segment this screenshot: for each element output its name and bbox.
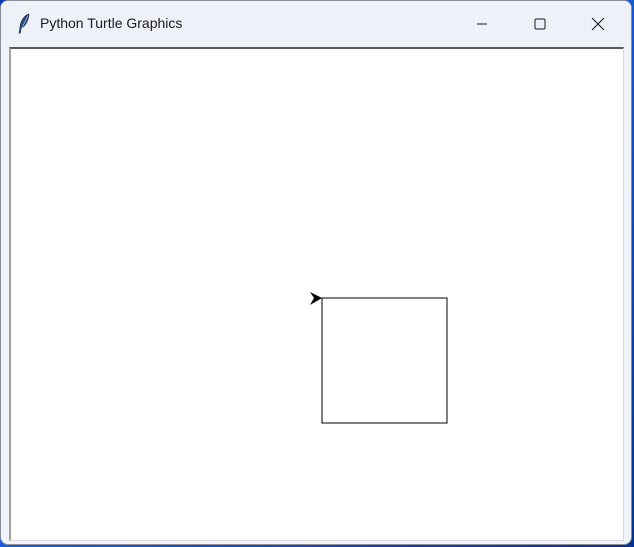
minimize-button[interactable] [453,1,511,47]
drawn-square [321,297,448,424]
close-button[interactable] [569,1,627,47]
turtle-window: Python Turtle Graphics [0,0,632,545]
drawing-surface [310,292,448,424]
close-icon [591,17,605,31]
maximize-icon [534,18,546,30]
maximize-button[interactable] [511,1,569,47]
turtle-canvas[interactable] [9,47,624,541]
turtle-arrow-icon [310,292,322,305]
title-bar[interactable]: Python Turtle Graphics [1,1,631,47]
minimize-icon [477,23,487,25]
feather-icon [18,13,30,34]
window-title: Python Turtle Graphics [40,15,183,31]
